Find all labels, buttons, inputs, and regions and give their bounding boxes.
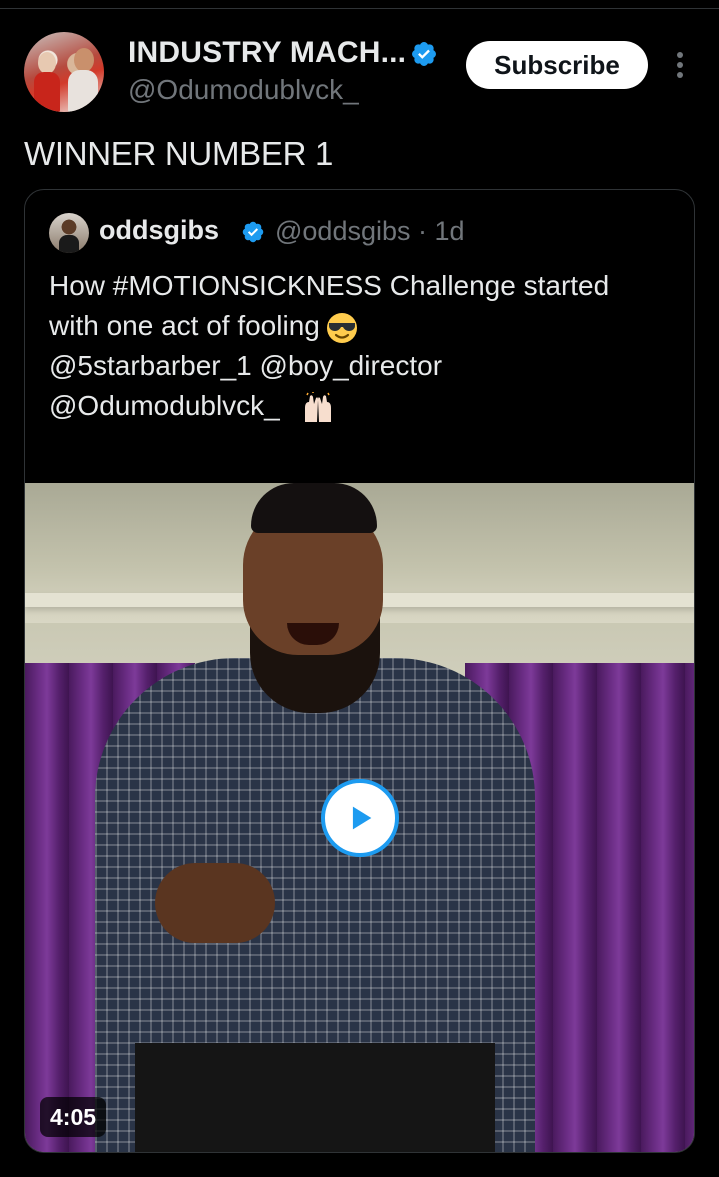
quoted-author-handle[interactable]: @oddsgibs — [275, 216, 411, 246]
video-frame-person-pants — [135, 1043, 495, 1152]
video-player[interactable]: 4:05 — [25, 483, 694, 1152]
author-handle[interactable]: @Odumodublvck_ — [128, 74, 359, 106]
mentions-line[interactable]: @5starbarber_1 @boy_director — [49, 346, 679, 386]
author-avatar[interactable] — [24, 32, 104, 112]
top-divider — [0, 8, 719, 9]
raising-hands-emoji — [305, 391, 332, 422]
quoted-author-meta: @oddsgibs · 1d — [275, 216, 465, 247]
meta-separator: · — [418, 216, 428, 246]
mentions-line-2: @Odumodublvck_ — [49, 386, 679, 426]
video-frame-person-hair — [251, 483, 377, 533]
quoted-tweet-text: How #MOTIONSICKNESS Challenge started wi… — [49, 266, 679, 426]
quoted-text-line-2: with one act of fooling — [49, 306, 679, 346]
verified-badge-icon — [412, 42, 436, 66]
subscribe-button[interactable]: Subscribe — [466, 41, 648, 89]
smiling-face-with-sunglasses-emoji — [326, 312, 357, 343]
quoted-text-line: with one act of fooling — [49, 310, 320, 341]
quoted-tweet-card[interactable]: oddsgibs @oddsgibs · 1d How #MOTIONSICKN… — [24, 189, 695, 1153]
tweet-text: WINNER NUMBER 1 — [24, 135, 334, 172]
quoted-timestamp[interactable]: 1d — [435, 216, 465, 246]
quoted-text-line: How #MOTIONSICKNESS Challenge started — [49, 270, 610, 301]
quoted-author-name[interactable]: oddsgibs — [99, 215, 219, 246]
play-icon[interactable] — [321, 779, 399, 857]
quoted-verified-badge-icon — [242, 221, 264, 243]
video-frame-person-hand — [155, 863, 275, 943]
quoted-author-avatar[interactable] — [49, 213, 89, 253]
video-duration-badge: 4:05 — [40, 1097, 107, 1137]
author-display-name[interactable]: INDUSTRY MACH... — [128, 36, 406, 70]
more-vertical-icon[interactable] — [670, 48, 690, 82]
mention-link[interactable]: @Odumodublvck_ — [49, 390, 280, 421]
